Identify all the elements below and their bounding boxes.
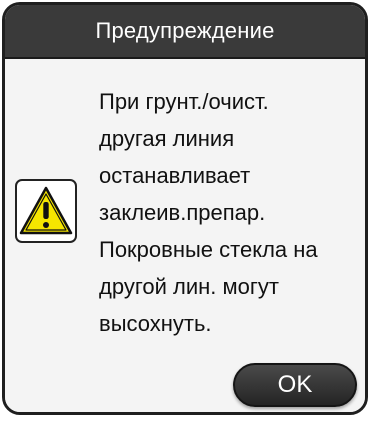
warning-dialog: Предупреждение При грунт./очист. другая … xyxy=(2,2,368,415)
dialog-body: При грунт./очист. другая линия останавли… xyxy=(5,59,365,412)
dialog-title: Предупреждение xyxy=(5,5,365,57)
warning-message: При грунт./очист. другая линия останавли… xyxy=(99,89,318,336)
warning-triangle-icon xyxy=(15,179,77,243)
ok-button[interactable]: OK xyxy=(233,363,357,407)
